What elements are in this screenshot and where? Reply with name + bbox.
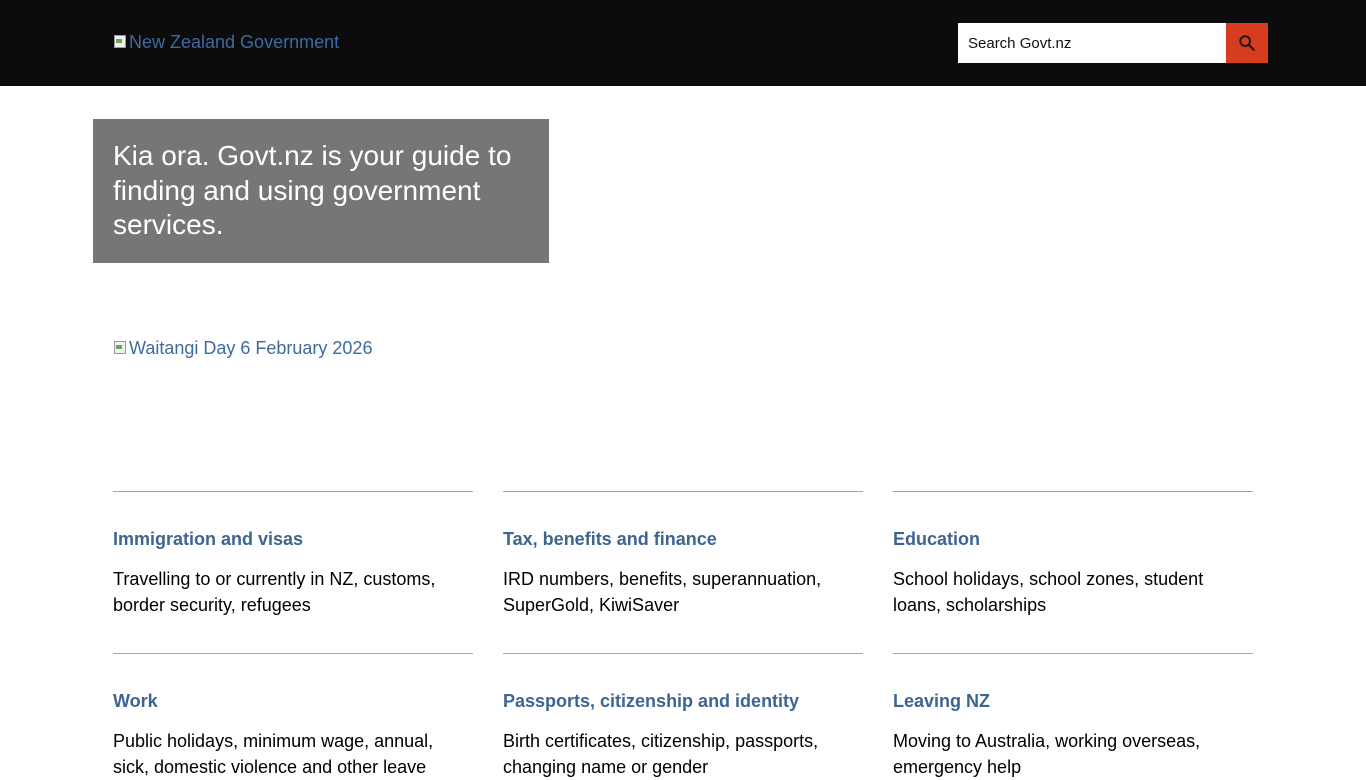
broken-image-icon [113, 34, 127, 50]
topic-tile: Leaving NZ Moving to Australia, working … [893, 653, 1253, 780]
topic-tile: Tax, benefits and finance IRD numbers, b… [503, 491, 863, 618]
topic-description: IRD numbers, benefits, superannuation, S… [503, 569, 822, 615]
logo-link[interactable]: New Zealand Government [113, 30, 339, 54]
topic-tile: Immigration and visas Travelling to or c… [113, 491, 473, 618]
search-form [958, 23, 1268, 63]
topic-link-immigration[interactable]: Immigration and visas [113, 528, 473, 550]
topic-link-work[interactable]: Work [113, 690, 473, 712]
topic-link-education[interactable]: Education [893, 528, 1253, 550]
topic-tile: Passports, citizenship and identity Birt… [503, 653, 863, 780]
topic-tile: Work Public holidays, minimum wage, annu… [113, 653, 473, 780]
broken-image-icon [113, 340, 127, 356]
topic-tile: Education School holidays, school zones,… [893, 491, 1253, 618]
topic-link-tax[interactable]: Tax, benefits and finance [503, 528, 863, 550]
topic-link-leaving-nz[interactable]: Leaving NZ [893, 690, 1253, 712]
logo-alt-text: New Zealand Government [129, 31, 340, 52]
hero-text: Kia ora. Govt.nz is your guide to findin… [113, 140, 512, 240]
hero-box: Kia ora. Govt.nz is your guide to findin… [93, 119, 549, 263]
topic-description: Birth certificates, citizenship, passpor… [503, 731, 819, 777]
banner-alt-text: Waitangi Day 6 February 2026 [129, 337, 373, 358]
search-icon [1239, 35, 1255, 51]
topic-link-passports[interactable]: Passports, citizenship and identity [503, 690, 863, 712]
waitangi-banner-link[interactable]: Waitangi Day 6 February 2026 [113, 337, 372, 359]
search-input[interactable] [958, 23, 1226, 63]
site-header: New Zealand Government [0, 0, 1366, 86]
search-button[interactable] [1226, 23, 1268, 63]
topic-description: Moving to Australia, working overseas, e… [893, 731, 1201, 777]
topic-description: School holidays, school zones, student l… [893, 569, 1204, 615]
topic-description: Travelling to or currently in NZ, custom… [113, 569, 436, 615]
topic-description: Public holidays, minimum wage, annual, s… [113, 731, 434, 777]
